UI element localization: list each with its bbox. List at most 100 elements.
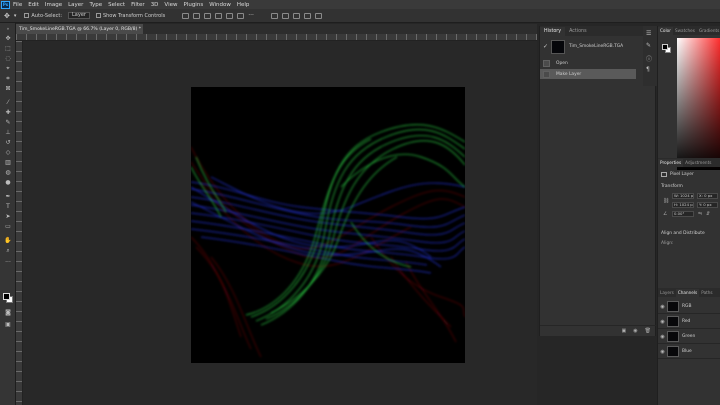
tab-history[interactable]: History bbox=[540, 27, 566, 36]
horizontal-ruler[interactable] bbox=[16, 34, 537, 41]
link-dimensions-icon[interactable]: ⛓ bbox=[663, 198, 669, 204]
document-canvas[interactable] bbox=[191, 87, 465, 363]
width-field[interactable]: W: 1024 px bbox=[672, 193, 694, 199]
tab-swatches[interactable]: Swatches bbox=[673, 27, 697, 35]
pen-tool-icon[interactable]: ✒ bbox=[4, 193, 12, 200]
channel-row-blue[interactable]: ◉ Blue bbox=[658, 345, 720, 359]
flip-horizontal-icon[interactable]: ⇋ bbox=[698, 211, 702, 217]
quick-mask-icon[interactable]: ◙ bbox=[4, 309, 12, 316]
history-brush-source-icon[interactable]: ✓ bbox=[543, 43, 551, 50]
menu-3d[interactable]: 3D bbox=[151, 2, 159, 8]
more-options-icon[interactable]: ··· bbox=[248, 12, 254, 19]
3d-pan-icon[interactable] bbox=[292, 12, 300, 19]
screen-mode-icon[interactable]: ▣ bbox=[4, 321, 12, 328]
align-center-icon[interactable] bbox=[193, 12, 201, 19]
brush-tool-icon[interactable]: ✎ bbox=[4, 119, 12, 126]
y-field[interactable]: Y: 0 px bbox=[697, 202, 718, 208]
tab-gradients[interactable]: Gradients bbox=[697, 27, 720, 35]
channel-row-red[interactable]: ◉ Red bbox=[658, 315, 720, 329]
align-top-icon[interactable] bbox=[215, 12, 223, 19]
auto-select-checkbox[interactable] bbox=[24, 13, 30, 18]
tab-properties[interactable]: Properties bbox=[658, 159, 684, 167]
menu-help[interactable]: Help bbox=[237, 2, 250, 8]
channel-row-rgb[interactable]: ◉ RGB bbox=[658, 300, 720, 314]
clone-stamp-tool-icon[interactable]: ⊥ bbox=[4, 129, 12, 136]
new-document-from-state-icon[interactable]: ▣ bbox=[622, 328, 627, 334]
align-bottom-icon[interactable] bbox=[237, 12, 245, 19]
move-tool-icon[interactable]: ✥ bbox=[4, 35, 12, 42]
frame-tool-icon[interactable]: ⊠ bbox=[4, 85, 12, 92]
menu-file[interactable]: File bbox=[13, 2, 22, 8]
visibility-eye-icon[interactable]: ◉ bbox=[658, 319, 667, 325]
menu-image[interactable]: Image bbox=[45, 2, 62, 8]
flip-vertical-icon[interactable]: ⇵ bbox=[706, 211, 710, 217]
3d-scale-icon[interactable] bbox=[314, 12, 322, 19]
tool-preset-chevron-icon[interactable]: ▾ bbox=[14, 13, 17, 19]
tab-layers[interactable]: Layers bbox=[658, 289, 676, 297]
rectangle-tool-icon[interactable]: ▭ bbox=[4, 223, 12, 230]
menu-layer[interactable]: Layer bbox=[68, 2, 83, 8]
edit-toolbar-icon[interactable]: ··· bbox=[4, 259, 12, 266]
history-state-make-layer[interactable]: Make Layer bbox=[540, 69, 636, 79]
angle-field[interactable]: 0.00° bbox=[672, 211, 694, 217]
3d-slide-icon[interactable] bbox=[303, 12, 311, 19]
lasso-tool-icon[interactable]: ◌ bbox=[4, 55, 12, 62]
align-right-icon[interactable] bbox=[204, 12, 212, 19]
visibility-eye-icon[interactable]: ◉ bbox=[658, 334, 667, 340]
info-panel-icon[interactable]: ⓘ bbox=[646, 54, 652, 63]
history-brush-tool-icon[interactable]: ↺ bbox=[4, 139, 12, 146]
tab-actions[interactable]: Actions bbox=[565, 27, 591, 36]
hand-tool-icon[interactable]: ✋ bbox=[4, 237, 12, 244]
x-field[interactable]: X: 0 px bbox=[697, 193, 718, 199]
path-selection-tool-icon[interactable]: ➤ bbox=[4, 213, 12, 220]
brushes-panel-icon[interactable]: ✎ bbox=[646, 42, 651, 49]
gradient-tool-icon[interactable]: ▥ bbox=[4, 159, 12, 166]
menu-plugins[interactable]: Plugins bbox=[183, 2, 203, 8]
quick-select-tool-icon[interactable]: ⌖ bbox=[4, 65, 12, 72]
foreground-color-swatch[interactable] bbox=[3, 293, 10, 300]
history-panel-icon[interactable]: ☰ bbox=[646, 30, 651, 37]
healing-brush-tool-icon[interactable]: ✚ bbox=[4, 109, 12, 116]
document-tab[interactable]: Tim_SmokeLineRGB.TGA @ 66.7% (Layer 0, R… bbox=[16, 24, 148, 34]
menu-window[interactable]: Window bbox=[209, 2, 231, 8]
menu-filter[interactable]: Filter bbox=[131, 2, 145, 8]
color-panel-foreground-swatch[interactable] bbox=[662, 44, 668, 50]
history-state-open[interactable]: Open bbox=[540, 58, 636, 68]
menu-edit[interactable]: Edit bbox=[28, 2, 39, 8]
vertical-ruler[interactable] bbox=[16, 41, 23, 405]
eyedropper-tool-icon[interactable]: ⁄ bbox=[4, 99, 12, 106]
menu-select[interactable]: Select bbox=[108, 2, 125, 8]
height-field[interactable]: H: 1024 px bbox=[672, 202, 694, 208]
color-picker-field[interactable] bbox=[677, 38, 720, 170]
eraser-tool-icon[interactable]: ◇ bbox=[4, 149, 12, 156]
zoom-tool-icon[interactable]: ⌕ bbox=[4, 247, 12, 254]
blur-tool-icon[interactable]: ◍ bbox=[4, 169, 12, 176]
delete-state-icon[interactable]: 🗑 bbox=[645, 328, 651, 334]
menu-view[interactable]: View bbox=[164, 2, 177, 8]
green-smoke-layer bbox=[191, 124, 465, 326]
channel-row-green[interactable]: ◉ Green bbox=[658, 330, 720, 344]
paragraph-panel-icon[interactable]: ¶ bbox=[646, 66, 650, 73]
align-middle-icon[interactable] bbox=[226, 12, 234, 19]
tab-adjustments[interactable]: Adjustments bbox=[683, 159, 713, 167]
auto-select-dropdown[interactable]: Layer bbox=[68, 12, 90, 19]
marquee-tool-icon[interactable]: ⬚ bbox=[4, 45, 12, 52]
visibility-eye-icon[interactable]: ◉ bbox=[658, 304, 667, 310]
menu-type[interactable]: Type bbox=[89, 2, 102, 8]
toolbar-collapse-icon[interactable]: » bbox=[4, 25, 12, 32]
channel-thumbnail bbox=[667, 301, 679, 312]
tab-paths[interactable]: Paths bbox=[699, 289, 714, 297]
align-left-icon[interactable] bbox=[182, 12, 190, 19]
new-snapshot-icon[interactable]: ◉ bbox=[633, 328, 637, 334]
history-snapshot[interactable]: ✓ Tim_SmokeLineRGB.TGA bbox=[540, 38, 657, 55]
visibility-eye-icon[interactable]: ◉ bbox=[658, 349, 667, 355]
3d-rotate-icon[interactable] bbox=[270, 12, 278, 19]
crop-tool-icon[interactable]: ⌗ bbox=[4, 75, 12, 82]
tab-color[interactable]: Color bbox=[658, 27, 673, 35]
3d-roll-icon[interactable] bbox=[281, 12, 289, 19]
tab-channels[interactable]: Channels bbox=[675, 289, 700, 297]
show-transform-checkbox[interactable] bbox=[95, 13, 101, 18]
dodge-tool-icon[interactable]: ● bbox=[4, 179, 12, 186]
move-tool-icon[interactable]: ✥ bbox=[4, 12, 10, 20]
type-tool-icon[interactable]: T bbox=[4, 203, 12, 210]
